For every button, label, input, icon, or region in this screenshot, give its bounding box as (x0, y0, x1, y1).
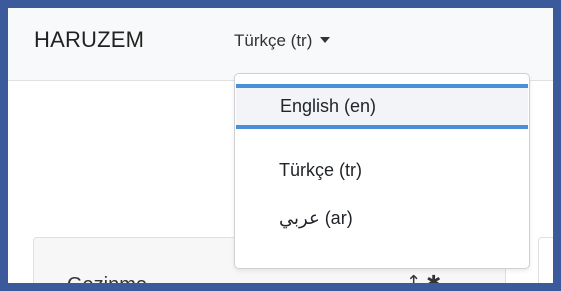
card-title: Gezinme (67, 274, 147, 283)
language-option-english[interactable]: English (en) (236, 84, 528, 129)
app-window: HARUZEM Türkçe (tr) Gezinme ↥ ✱ English … (8, 8, 553, 283)
language-dropdown-toggle[interactable]: Türkçe (tr) (234, 31, 331, 51)
caret-down-icon (320, 37, 331, 43)
card-action-icons[interactable]: ↥ ✱ (406, 272, 441, 283)
navbar: HARUZEM Türkçe (tr) (8, 8, 553, 81)
language-toggle-label: Türkçe (tr) (234, 31, 313, 50)
brand-logo[interactable]: HARUZEM (34, 27, 144, 53)
language-option-arabic[interactable]: عربي (ar) (235, 196, 529, 241)
content-card-secondary (538, 237, 553, 283)
language-dropdown-menu: English (en) Türkçe (tr) عربي (ar) (234, 73, 530, 269)
language-option-turkish[interactable]: Türkçe (tr) (235, 148, 529, 193)
